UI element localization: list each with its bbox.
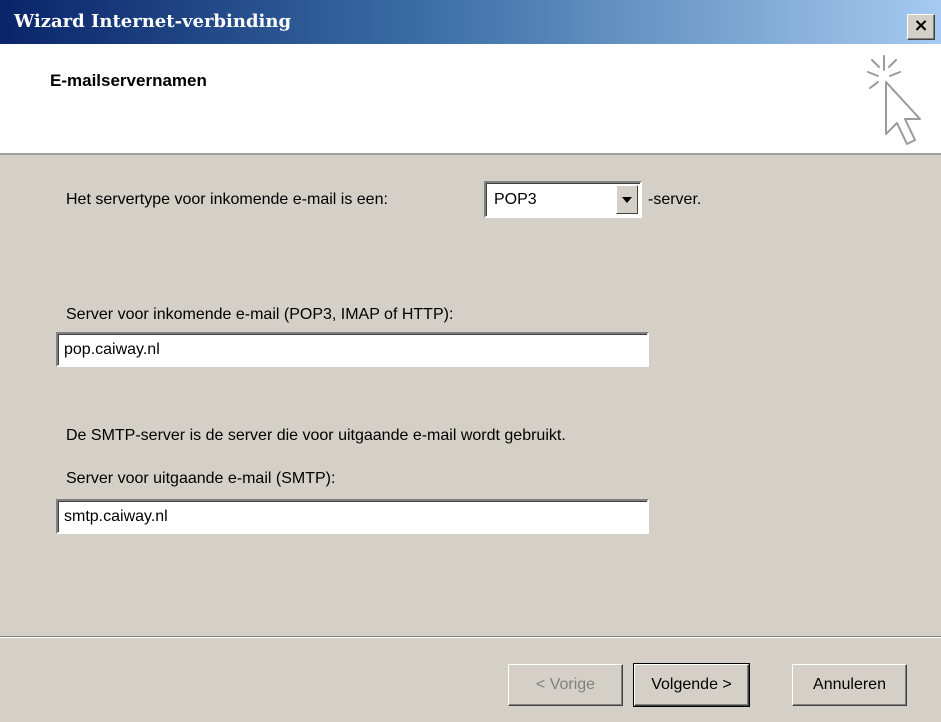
incoming-server-type-select[interactable]: POP3 xyxy=(484,181,642,218)
title-bar: Wizard Internet-verbinding × xyxy=(0,0,941,44)
close-button[interactable]: × xyxy=(907,14,935,40)
cancel-button[interactable]: Annuleren xyxy=(792,664,907,706)
footer-divider xyxy=(0,636,941,638)
window-title: Wizard Internet-verbinding xyxy=(14,11,292,32)
page-title: E-mailservernamen xyxy=(50,71,207,90)
back-button[interactable]: < Vorige xyxy=(508,664,623,706)
wizard-header: E-mailservernamen xyxy=(0,44,941,155)
outgoing-server-input[interactable] xyxy=(56,499,649,534)
chevron-down-icon[interactable] xyxy=(616,185,638,214)
outgoing-server-label: Server voor uitgaande e-mail (SMTP): xyxy=(66,470,336,487)
smtp-info-text: De SMTP-server is de server die voor uit… xyxy=(66,427,566,444)
wizard-sparkle-cursor-icon xyxy=(867,55,921,145)
incoming-server-label: Server voor inkomende e-mail (POP3, IMAP… xyxy=(66,306,454,323)
incoming-server-input[interactable] xyxy=(56,332,649,367)
incoming-type-suffix: -server. xyxy=(648,191,702,208)
next-button[interactable]: Volgende > xyxy=(633,663,750,707)
incoming-server-type-value: POP3 xyxy=(494,191,537,208)
incoming-type-label: Het servertype voor inkomende e-mail is … xyxy=(66,191,388,208)
